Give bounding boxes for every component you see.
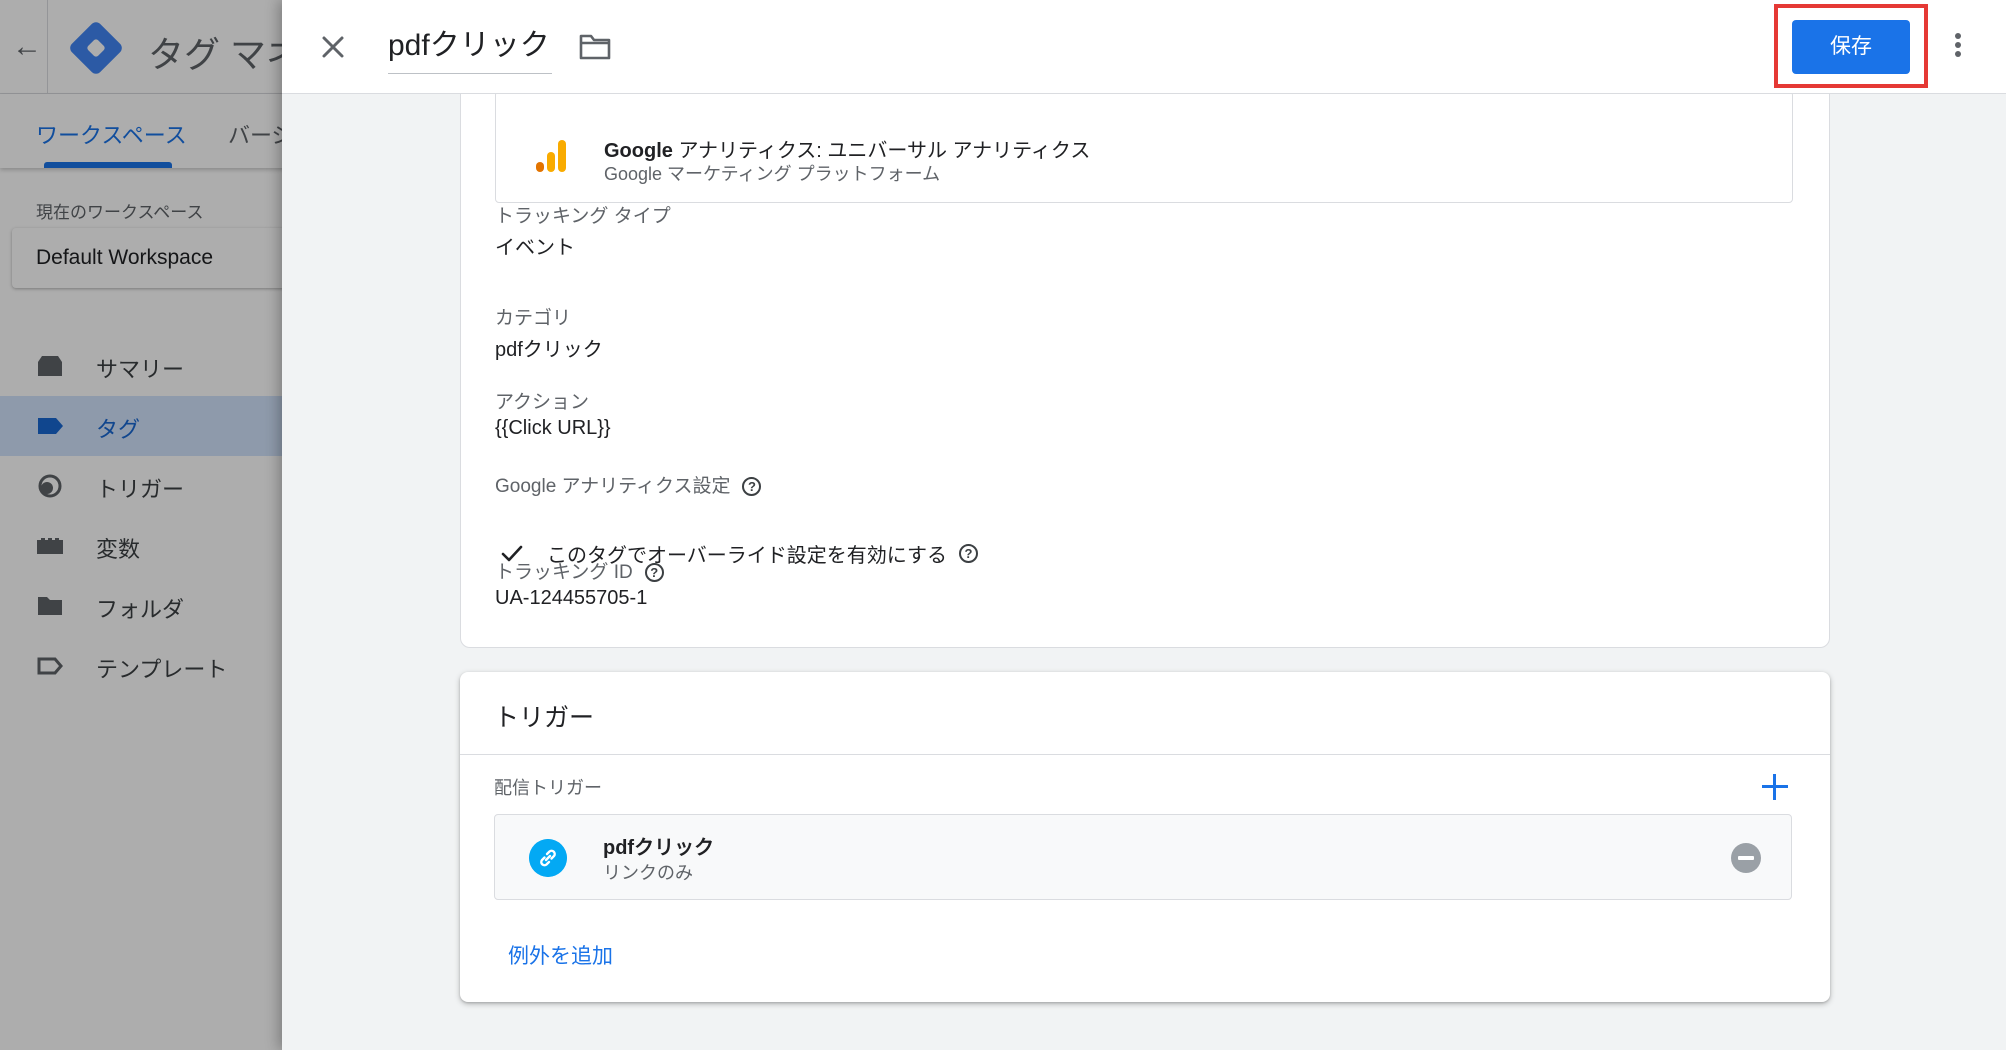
save-button[interactable]: 保存 — [1792, 20, 1910, 74]
tag-name: pdfクリック — [388, 29, 550, 62]
category-value: pdfクリック — [495, 339, 603, 361]
action-label: アクション — [495, 392, 590, 413]
tag-configuration-card[interactable]: Google アナリティクス: ユニバーサル アナリティクス Google マー… — [460, 30, 1830, 648]
tag-type-name: Google アナリティクス: ユニバーサル アナリティクス — [604, 134, 1090, 163]
firing-triggers-label: 配信トリガー — [494, 778, 602, 798]
tracking-id-value: UA-124455705-1 — [495, 587, 648, 609]
link-click-icon — [529, 839, 567, 877]
tag-type-name-brand: Google — [604, 140, 673, 162]
ga-settings-label: Google アナリティクス設定 — [495, 476, 731, 497]
tracking-type-value: イベント — [495, 237, 575, 259]
google-analytics-icon — [536, 138, 566, 172]
folder-icon[interactable] — [578, 32, 612, 62]
triggering-card: トリガー 配信トリガー pdfクリック リンクのみ 例外を追加 — [460, 672, 1830, 1002]
remove-trigger-icon[interactable] — [1731, 843, 1761, 873]
drawer-header: pdfクリック 保存 — [282, 0, 2006, 94]
tracking-type-label: トラッキング タイプ — [495, 206, 671, 227]
tag-type-platform: Google マーケティング プラットフォーム — [604, 164, 941, 184]
tag-type-name-rest: アナリティクス: ユニバーサル アナリティクス — [672, 140, 1091, 162]
ga-settings-row: Google アナリティクス設定? — [495, 471, 762, 498]
trigger-name: pdfクリック — [603, 837, 715, 859]
tracking-id-label: トラッキング ID — [495, 562, 633, 583]
help-icon[interactable]: ? — [644, 563, 664, 583]
close-icon[interactable] — [316, 30, 350, 64]
triggering-title: トリガー — [494, 704, 595, 732]
category-label: カテゴリ — [495, 308, 572, 329]
tracking-id-row: トラッキング ID? — [495, 557, 664, 584]
more-vert-icon[interactable] — [1946, 30, 1970, 64]
help-icon[interactable]: ? — [742, 477, 762, 497]
tag-type-box[interactable]: Google アナリティクス: ユニバーサル アナリティクス Google マー… — [495, 91, 1793, 203]
trigger-type: リンクのみ — [603, 863, 693, 883]
add-exception-link[interactable]: 例外を追加 — [508, 940, 613, 970]
help-icon[interactable]: ? — [959, 544, 978, 563]
trigger-item[interactable]: pdfクリック リンクのみ — [494, 814, 1792, 900]
card-divider — [460, 754, 1830, 755]
tag-editor-drawer: pdfクリック 保存 Google アナリティクス: ユニバーサル アナリティク… — [282, 0, 2006, 1050]
action-value: {{Click URL}} — [495, 417, 611, 439]
add-trigger-icon[interactable] — [1760, 772, 1790, 802]
tag-name-field[interactable]: pdfクリック — [388, 22, 552, 74]
